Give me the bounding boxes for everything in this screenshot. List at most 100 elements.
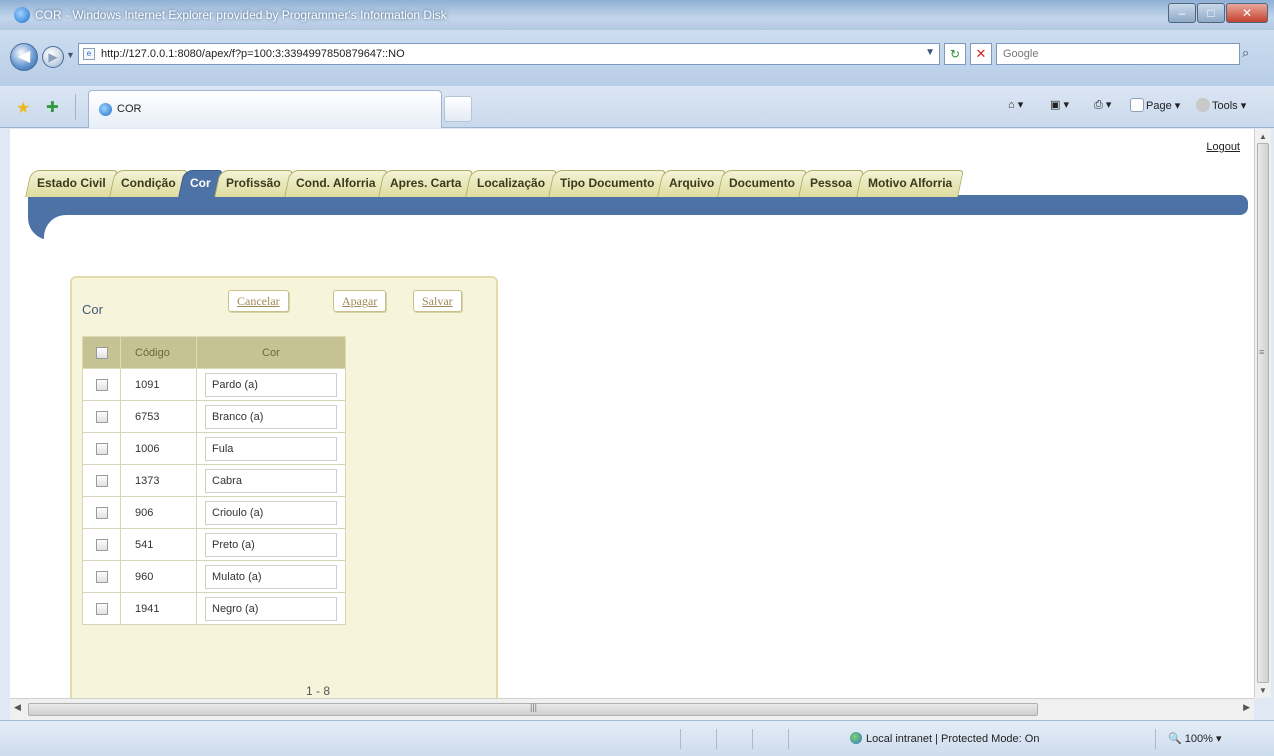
divider: [752, 729, 753, 749]
delete-button[interactable]: Apagar: [333, 290, 387, 312]
print-icon[interactable]: ⎙ ▾: [1094, 98, 1111, 112]
logout-link[interactable]: Logout: [1206, 141, 1240, 153]
row-checkbox[interactable]: [95, 410, 108, 423]
window-title: COR - Windows Internet Explorer provided…: [35, 8, 447, 22]
gear-icon: [1196, 98, 1210, 112]
scroll-right-icon[interactable]: ▶: [1243, 702, 1250, 713]
tab-arquivo[interactable]: Arquivo: [657, 170, 727, 197]
select-all-header: [82, 336, 121, 369]
tab-estado-civil[interactable]: Estado Civil: [25, 170, 118, 197]
browser-tab-label: COR: [117, 103, 142, 115]
new-tab-button[interactable]: [444, 96, 472, 122]
minimize-button[interactable]: –: [1168, 3, 1196, 23]
row-checkbox[interactable]: [95, 538, 108, 551]
cancel-button[interactable]: Cancelar: [228, 290, 289, 312]
row-checkbox[interactable]: [95, 378, 108, 391]
row-code: 1373: [120, 464, 197, 497]
cor-input[interactable]: [205, 500, 337, 525]
cor-input[interactable]: [205, 404, 337, 429]
search-input[interactable]: [997, 44, 1197, 64]
row-checkbox[interactable]: [95, 570, 108, 583]
table-row: 1091: [82, 368, 346, 401]
tab-apres-carta[interactable]: Apres. Carta: [378, 170, 474, 197]
window-controls: – □ ✕: [1167, 3, 1268, 23]
status-bar: Local intranet | Protected Mode: On 🔍 10…: [0, 720, 1274, 756]
divider: [716, 729, 717, 749]
forward-button[interactable]: ▶: [42, 46, 64, 68]
address-bar: ◀ ▶ ▼ e http://127.0.0.1:8080/apex/f?p=1…: [0, 30, 1274, 86]
row-code: 1091: [120, 368, 197, 401]
vertical-scrollbar[interactable]: ▲ ≡ ▼: [1254, 129, 1271, 698]
vertical-scroll-thumb[interactable]: [1257, 143, 1269, 683]
column-header-codigo[interactable]: Código: [120, 336, 197, 369]
favorites-star-icon[interactable]: ★: [16, 98, 30, 118]
scroll-down-icon[interactable]: ▼: [1259, 686, 1267, 695]
cor-input[interactable]: [205, 436, 337, 461]
row-checkbox[interactable]: [95, 602, 108, 615]
row-checkbox[interactable]: [95, 474, 108, 487]
cor-input[interactable]: [205, 372, 337, 397]
tab-ie-icon: [99, 103, 112, 116]
grid-header-row: Código Cor: [82, 336, 346, 369]
tab-cond-alforria[interactable]: Cond. Alforria: [283, 170, 388, 197]
cor-input[interactable]: [205, 532, 337, 557]
page-viewport: Logout Estado Civil Condição Cor Profiss…: [10, 129, 1254, 698]
select-all-checkbox[interactable]: [95, 346, 108, 359]
tab-tipo-documento[interactable]: Tipo Documento: [547, 170, 667, 197]
table-row: 6753: [82, 400, 346, 433]
ie-logo-icon: [14, 7, 30, 23]
row-checkbox[interactable]: [95, 506, 108, 519]
scroll-grip-icon: ≡: [1259, 347, 1265, 357]
pagination-label: 1 - 8: [306, 684, 331, 698]
command-bar: ★ ✚ COR ⌂ ▾ ▣ ▾ ⎙ ▾ Page ▾ Tools ▾: [0, 86, 1274, 128]
row-code: 541: [120, 528, 197, 561]
cor-input[interactable]: [205, 564, 337, 589]
zoom-control[interactable]: 🔍 100% ▾: [1168, 732, 1221, 745]
security-zone[interactable]: Local intranet | Protected Mode: On: [850, 732, 1039, 745]
browser-tab[interactable]: COR: [88, 90, 442, 128]
back-button[interactable]: ◀: [10, 43, 38, 71]
search-box[interactable]: [996, 43, 1240, 65]
tab-band: [28, 195, 1248, 215]
divider: [1155, 729, 1156, 749]
tabular-form: Código Cor 1091 6753 1006: [82, 336, 346, 625]
tab-documento[interactable]: Documento: [717, 170, 808, 197]
page-menu[interactable]: Page ▾: [1130, 98, 1180, 112]
scroll-grip-icon: |||: [530, 702, 538, 712]
divider: [788, 729, 789, 749]
save-button[interactable]: Salvar: [413, 290, 462, 312]
page-menu-icon: [1130, 98, 1144, 112]
cor-input[interactable]: [205, 596, 337, 621]
scroll-left-icon[interactable]: ◀: [14, 702, 21, 713]
close-button[interactable]: ✕: [1226, 3, 1268, 23]
cor-input[interactable]: [205, 468, 337, 493]
tools-menu[interactable]: Tools ▾: [1196, 98, 1246, 112]
search-icon[interactable]: ⌕: [1242, 45, 1249, 61]
url-text[interactable]: http://127.0.0.1:8080/apex/f?p=100:3:339…: [101, 48, 405, 60]
column-header-cor[interactable]: Cor: [196, 336, 346, 369]
horizontal-scrollbar[interactable]: ◀ ||| ▶: [10, 698, 1254, 720]
row-checkbox[interactable]: [95, 442, 108, 455]
tab-profissao[interactable]: Profissão: [214, 170, 293, 197]
history-dropdown-icon[interactable]: ▼: [66, 50, 75, 60]
scroll-up-icon[interactable]: ▲: [1259, 132, 1267, 141]
feeds-icon[interactable]: ▣ ▾: [1050, 98, 1069, 111]
tab-motivo-alforria[interactable]: Motivo Alforria: [855, 170, 964, 197]
zoom-level: 100%: [1184, 733, 1213, 745]
title-bar: COR - Windows Internet Explorer provided…: [0, 0, 1274, 30]
tab-condicao[interactable]: Condição: [108, 170, 188, 197]
maximize-button[interactable]: □: [1197, 3, 1225, 23]
security-zone-label: Local intranet | Protected Mode: On: [866, 733, 1040, 745]
page-menu-label: Page ▾: [1146, 100, 1181, 112]
add-favorite-icon[interactable]: ✚: [46, 98, 59, 116]
table-row: 1941: [82, 592, 346, 625]
home-icon[interactable]: ⌂ ▾: [1008, 98, 1023, 111]
table-row: 1006: [82, 432, 346, 465]
stop-button[interactable]: ✕: [970, 43, 992, 65]
row-code: 906: [120, 496, 197, 529]
refresh-button[interactable]: ↻: [944, 43, 966, 65]
tab-localizacao[interactable]: Localização: [464, 170, 557, 197]
tab-pessoa[interactable]: Pessoa: [798, 170, 865, 197]
url-dropdown-icon[interactable]: ▼: [925, 47, 935, 58]
url-field[interactable]: e http://127.0.0.1:8080/apex/f?p=100:3:3…: [78, 43, 940, 65]
